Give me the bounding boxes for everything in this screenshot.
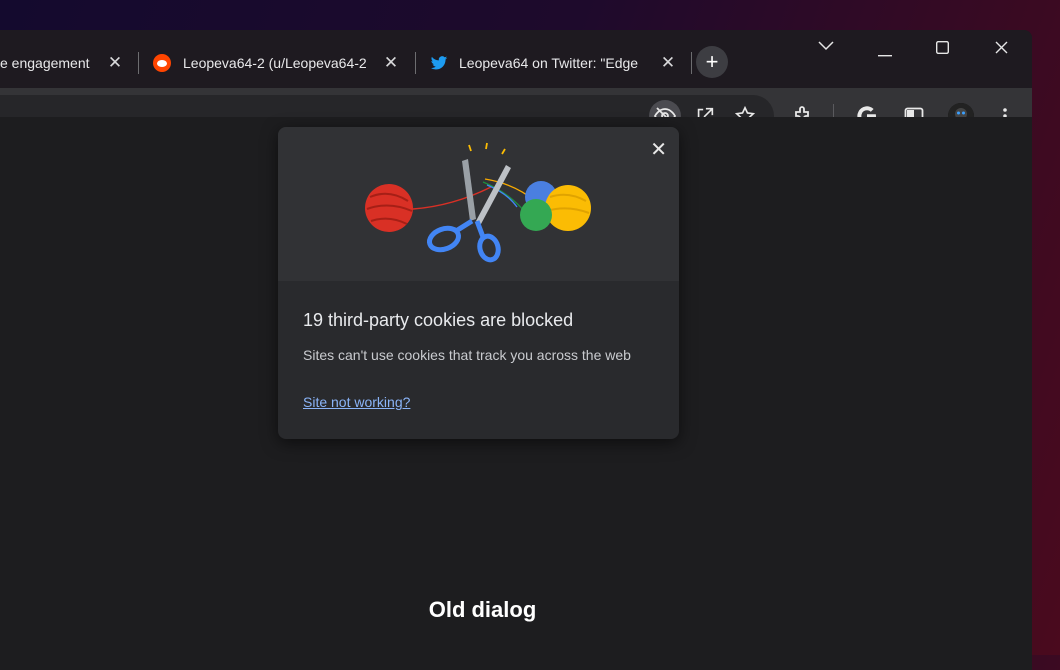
tab-title: Leopeva64-2 (u/Leopeva64-2 [183, 55, 367, 71]
minimize-icon[interactable] [878, 44, 892, 62]
tab-title: e engagement [0, 55, 90, 71]
cookies-blocked-dialog: ✕ 19 third-party cookies are blocked Sit… [278, 127, 679, 439]
tab-separator [691, 52, 692, 74]
dialog-close-icon[interactable]: ✕ [650, 137, 667, 162]
site-not-working-link[interactable]: Site not working? [303, 394, 410, 410]
dialog-description: Sites can't use cookies that track you a… [303, 347, 631, 363]
tab-separator [415, 52, 416, 74]
caption-label: Old dialog [428, 597, 537, 622]
dialog-title: 19 third-party cookies are blocked [303, 310, 574, 330]
tab-strip: e engagement ✕ Leopeva64-2 (u/Leopeva64-… [0, 30, 1032, 88]
tab-twitter[interactable]: Leopeva64 on Twitter: "Edge ✕ [430, 48, 685, 78]
tab-close-icon[interactable]: ✕ [659, 53, 677, 73]
new-tab-button[interactable]: + [696, 46, 728, 78]
window-close-icon[interactable] [995, 41, 1008, 59]
tab-engagement[interactable]: e engagement ✕ [0, 48, 130, 78]
reddit-icon [153, 54, 171, 72]
maximize-icon[interactable] [935, 40, 950, 59]
tab-separator [138, 52, 139, 74]
tab-close-icon[interactable]: ✕ [382, 53, 400, 73]
tab-close-icon[interactable]: ✕ [106, 53, 124, 73]
tab-title: Leopeva64 on Twitter: "Edge [459, 55, 639, 71]
yarn-scissors-illustration [278, 127, 679, 281]
tab-search-icon[interactable] [818, 38, 834, 56]
tab-reddit[interactable]: Leopeva64-2 (u/Leopeva64-2 ✕ [153, 48, 403, 78]
twitter-icon [430, 54, 448, 72]
